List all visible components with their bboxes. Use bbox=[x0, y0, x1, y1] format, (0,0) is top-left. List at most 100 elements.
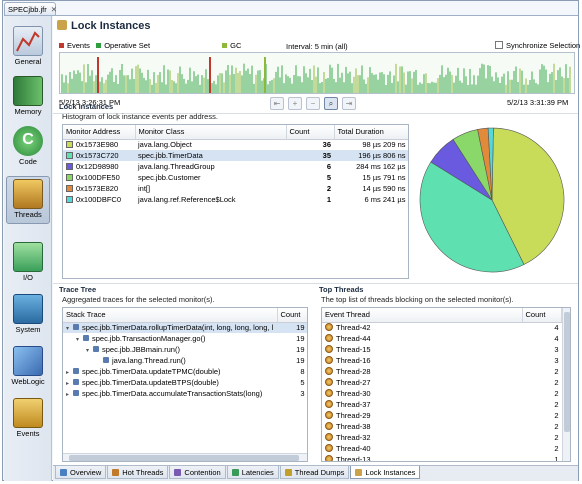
col-total-duration[interactable]: Total Duration bbox=[334, 125, 408, 140]
col-monitor-address[interactable]: Monitor Address bbox=[63, 125, 136, 140]
tree-row[interactable]: java.lang.Thread.run() 19 bbox=[63, 355, 307, 366]
nav-weblogic[interactable]: WebLogic bbox=[6, 344, 50, 392]
tab-lock-instances[interactable]: Lock Instances bbox=[350, 466, 421, 479]
tab-label: Contention bbox=[184, 468, 221, 477]
tree-row[interactable]: ▸ spec.jbb.TimerData.updateTPMC(double) 8 bbox=[63, 366, 307, 377]
tab-latencies[interactable]: Latencies bbox=[226, 466, 279, 479]
table-row[interactable]: Thread-29 2 bbox=[322, 410, 562, 421]
close-icon[interactable]: ✕ bbox=[51, 5, 57, 14]
zoom-out-icon[interactable]: − bbox=[306, 97, 320, 110]
method-icon bbox=[73, 379, 79, 385]
tab-overview[interactable]: Overview bbox=[55, 466, 107, 479]
table-row[interactable]: 0x100DBFC0 java.lang.ref.Reference$Lock 1 6… bbox=[63, 194, 408, 205]
editor-window: SPECjbb.jfr ✕ General Memory C Code Threa… bbox=[2, 0, 580, 481]
lock-instances-heading: Lock Instances bbox=[59, 102, 114, 111]
count-cell: 2 bbox=[554, 411, 559, 420]
timeline-zoom-buttons: ⇤ + − ⌕ ⇥ bbox=[270, 97, 360, 111]
lock-instances-pie-chart bbox=[417, 125, 567, 277]
horizontal-scrollbar[interactable] bbox=[63, 453, 307, 461]
nav-memory[interactable]: Memory bbox=[6, 74, 50, 122]
stack-frame-label: spec.jbb.TimerData.rollupTimerData(int, … bbox=[82, 323, 274, 333]
monitor-address-cell: 0x12D98980 bbox=[63, 161, 135, 172]
nav-system[interactable]: System bbox=[6, 292, 50, 340]
top-threads-subtitle: The top list of threads blocking on the … bbox=[321, 295, 514, 304]
table-row[interactable]: Thread-28 2 bbox=[322, 366, 562, 377]
table-row[interactable]: Thread-37 2 bbox=[322, 399, 562, 410]
timeline-chart[interactable] bbox=[59, 52, 575, 94]
table-row[interactable]: 0x1573E980 java.lang.Object 36 98 µs 209 ns bbox=[63, 139, 408, 150]
nav-code[interactable]: C Code bbox=[6, 124, 50, 172]
table-row[interactable]: 0x100DFE50 spec.jbb.Customer 5 15 µs 791 ns bbox=[63, 172, 408, 183]
scrollbar-thumb[interactable] bbox=[564, 312, 570, 432]
tab-label: Latencies bbox=[241, 468, 274, 477]
expander-icon[interactable]: ▾ bbox=[76, 336, 83, 343]
step-forward-icon[interactable]: ⇥ bbox=[342, 97, 356, 110]
monitor-class-cell: spec.jbb.Customer bbox=[138, 173, 201, 182]
event-thread-cell: Thread-44 bbox=[322, 333, 522, 344]
table-row[interactable]: Thread-30 2 bbox=[322, 388, 562, 399]
top-threads-heading: Top Threads bbox=[319, 285, 364, 294]
tab-label: Lock Instances bbox=[365, 468, 416, 477]
interval-label: Interval: 5 min (all) bbox=[286, 42, 348, 51]
col-count[interactable]: Count bbox=[286, 125, 335, 140]
duration-cell: 14 µs 590 ns bbox=[362, 184, 406, 193]
monitor-address: 0x100DFE50 bbox=[76, 173, 120, 182]
expander-icon[interactable]: ▾ bbox=[66, 325, 73, 332]
col-count[interactable]: Count bbox=[522, 308, 562, 323]
synchronize-selection-checkbox[interactable]: Synchronize Selection bbox=[495, 41, 580, 50]
step-back-icon[interactable]: ⇤ bbox=[270, 97, 284, 110]
table-row[interactable]: Thread-42 4 bbox=[322, 322, 562, 333]
col-event-thread[interactable]: Event Thread bbox=[322, 308, 523, 323]
table-row[interactable]: Thread-38 2 bbox=[322, 421, 562, 432]
legend-gc: GC bbox=[230, 41, 242, 50]
expander-icon[interactable]: ▸ bbox=[66, 369, 73, 376]
tree-row[interactable]: ▾ spec.jbb.TimerData.rollupTimerData(int,… bbox=[63, 322, 307, 333]
table-row[interactable]: Thread-40 2 bbox=[322, 443, 562, 454]
tab-thread-dumps[interactable]: Thread Dumps bbox=[279, 466, 350, 479]
vertical-scrollbar[interactable] bbox=[562, 308, 570, 461]
table-row[interactable]: Thread-16 3 bbox=[322, 355, 562, 366]
zoom-all-icon[interactable]: ⌕ bbox=[324, 97, 338, 110]
table-row[interactable]: 0x12D98980 java.lang.ThreadGroup 6 284 ms 1… bbox=[63, 161, 408, 172]
event-thread-cell: Thread-27 bbox=[322, 377, 522, 388]
stack-frame-label: java.lang.Thread.run() bbox=[112, 356, 186, 365]
editor-tab[interactable]: SPECjbb.jfr ✕ bbox=[4, 2, 57, 15]
stack-trace-cell: ▸ spec.jbb.TimerData.updateTPMC(double) bbox=[63, 366, 277, 377]
gc-swatch bbox=[222, 43, 228, 48]
col-count[interactable]: Count bbox=[277, 308, 307, 323]
tab-icon bbox=[112, 469, 120, 476]
tree-row[interactable]: ▾ spec.jbb.JBBmain.run() 19 bbox=[63, 344, 307, 355]
count-cell: 8 bbox=[300, 367, 305, 376]
col-stack-trace[interactable]: Stack Trace bbox=[63, 308, 278, 323]
nav-label: Events bbox=[16, 429, 40, 438]
nav-general[interactable]: General bbox=[6, 24, 50, 72]
checkbox[interactable] bbox=[495, 41, 503, 49]
table-row[interactable]: Thread-32 2 bbox=[322, 432, 562, 443]
col-monitor-class[interactable]: Monitor Class bbox=[135, 125, 287, 140]
table-row[interactable]: Thread-15 3 bbox=[322, 344, 562, 355]
count-cell: 3 bbox=[554, 356, 559, 365]
memory-icon bbox=[13, 76, 43, 106]
tree-row[interactable]: ▸ spec.jbb.TimerData.accumulateTransactio… bbox=[63, 388, 307, 399]
table-row[interactable]: 0x1573C720 spec.jbb.TimerData 35 196 µs 806… bbox=[63, 150, 408, 161]
scrollbar-thumb[interactable] bbox=[69, 455, 299, 461]
table-row[interactable]: 0x1573E820 int[] 2 14 µs 590 ns bbox=[63, 183, 408, 194]
tab-contention[interactable]: Contention bbox=[169, 466, 226, 479]
tree-row[interactable]: ▸ spec.jbb.TimerData.updateBTPS(double) 5 bbox=[63, 377, 307, 388]
table-row[interactable]: Thread-44 4 bbox=[322, 333, 562, 344]
expander-icon[interactable]: ▾ bbox=[86, 347, 93, 354]
weblogic-icon bbox=[13, 346, 43, 376]
count-cell: 1 bbox=[326, 195, 331, 204]
tab-hot-threads[interactable]: Hot Threads bbox=[107, 466, 169, 479]
operative-set-swatch bbox=[96, 43, 102, 48]
nav-io[interactable]: I/O bbox=[6, 240, 50, 288]
zoom-in-icon[interactable]: + bbox=[288, 97, 302, 110]
system-icon bbox=[13, 294, 43, 324]
nav-events[interactable]: Events bbox=[6, 396, 50, 444]
table-row[interactable]: Thread-27 2 bbox=[322, 377, 562, 388]
tree-row[interactable]: ▾ spec.jbb.TransactionManager.go() 19 bbox=[63, 333, 307, 344]
table-row[interactable]: Thread-13 1 bbox=[322, 454, 562, 461]
expander-icon[interactable]: ▸ bbox=[66, 391, 73, 398]
expander-icon[interactable]: ▸ bbox=[66, 380, 73, 387]
nav-threads[interactable]: Threads bbox=[6, 176, 50, 224]
